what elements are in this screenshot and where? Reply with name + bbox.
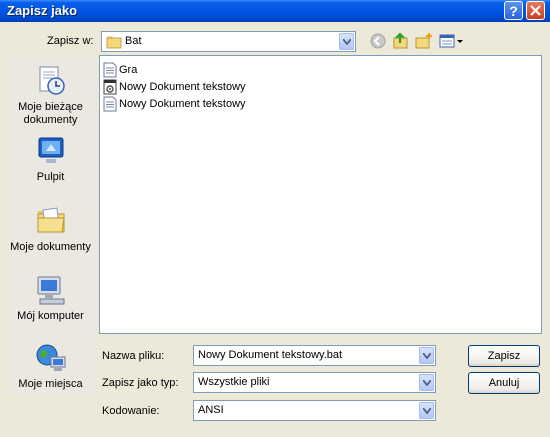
text-file-icon: [103, 96, 117, 112]
file-name: Nowy Dokument tekstowy: [119, 98, 246, 110]
text-file-icon: [103, 62, 117, 78]
place-label-recent: Moje bieżące dokumenty: [18, 101, 83, 126]
cancel-button[interactable]: Anuluj: [468, 372, 540, 394]
place-my-documents[interactable]: Moje dokumenty: [6, 204, 95, 253]
up-folder-icon[interactable]: [391, 31, 411, 51]
place-network-places[interactable]: Moje miejsca: [6, 341, 95, 390]
place-label-network: Moje miejsca: [18, 378, 83, 390]
filename-label: Nazwa pliku:: [102, 350, 165, 362]
encoding-label: Kodowanie:: [102, 405, 160, 417]
folder-icon: [106, 36, 122, 49]
title-bar[interactable]: Zapisz jako ?: [0, 0, 550, 22]
filename-value: Nowy Dokument tekstowy.bat: [198, 349, 343, 361]
my-computer-icon: [37, 276, 64, 305]
batch-file-icon: [103, 79, 117, 95]
current-folder-name: Bat: [125, 35, 142, 47]
save-as-dialog: Zapisz jako ? Zapisz w: Bat Moje bieżące…: [0, 0, 550, 437]
place-label-my-documents: Moje dokumenty: [10, 241, 91, 253]
file-name: Nowy Dokument tekstowy: [119, 81, 246, 93]
filename-dropdown-arrow[interactable]: [419, 347, 434, 364]
save-type-label: Zapisz jako typ:: [102, 377, 179, 389]
save-button[interactable]: Zapisz: [468, 345, 540, 367]
chevron-down-icon: [423, 353, 431, 359]
encoding-value: ANSI: [198, 404, 224, 416]
chevron-down-icon: [423, 380, 431, 386]
new-folder-icon[interactable]: [414, 31, 434, 51]
recent-documents-icon: [39, 66, 65, 95]
place-recent-documents[interactable]: Moje bieżące dokumenty: [6, 64, 95, 127]
help-button[interactable]: ?: [504, 1, 523, 20]
chevron-down-icon: [343, 39, 351, 45]
window-title: Zapisz jako: [7, 3, 78, 18]
file-name: Gra: [119, 64, 138, 76]
desktop-icon: [38, 137, 63, 163]
save-type-dropdown[interactable]: Wszystkie pliki: [193, 372, 436, 393]
save-type-dropdown-arrow[interactable]: [419, 374, 434, 391]
encoding-dropdown-arrow[interactable]: [419, 402, 434, 419]
network-places-icon: [36, 344, 65, 371]
my-documents-icon: [37, 207, 65, 233]
places-bar: Moje bieżące dokumenty Pulpit Moje dokum…: [5, 55, 96, 397]
place-label-my-computer: Mój komputer: [17, 310, 84, 322]
close-button[interactable]: [526, 1, 545, 20]
close-icon: [530, 5, 541, 16]
save-in-dropdown-arrow[interactable]: [339, 33, 354, 50]
place-my-computer[interactable]: Mój komputer: [6, 273, 95, 322]
place-desktop[interactable]: Pulpit: [6, 134, 95, 183]
place-label-desktop: Pulpit: [36, 171, 65, 183]
encoding-dropdown[interactable]: ANSI: [193, 400, 436, 421]
views-menu-icon[interactable]: [438, 31, 464, 51]
filename-field[interactable]: Nowy Dokument tekstowy.bat: [193, 345, 436, 366]
save-in-label: Zapisz w:: [47, 35, 94, 47]
file-list[interactable]: Gra Nowy Dokument tekstowy Nowy Dokument…: [99, 55, 542, 334]
chevron-down-icon: [423, 408, 431, 414]
save-in-dropdown[interactable]: Bat: [101, 31, 356, 52]
save-type-value: Wszystkie pliki: [198, 376, 270, 388]
back-icon[interactable]: [368, 31, 388, 51]
